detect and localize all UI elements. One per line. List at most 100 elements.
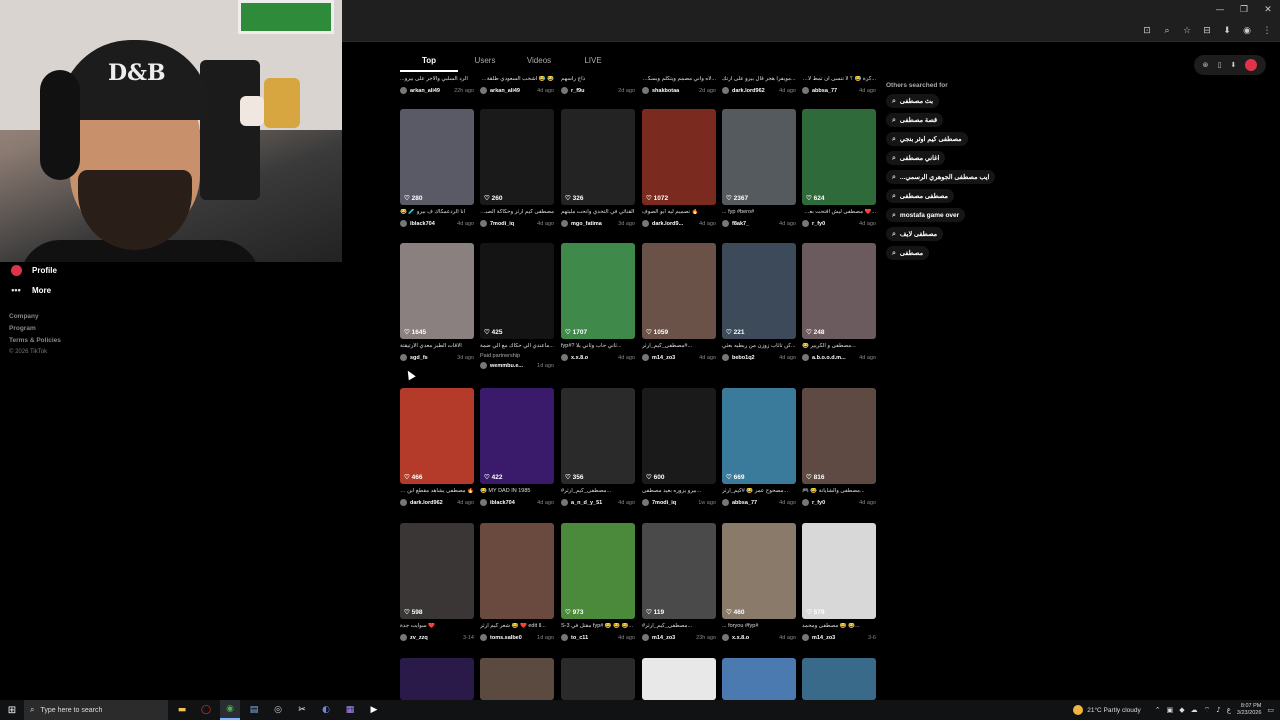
video-thumbnail[interactable]: ♡ 816 — [802, 388, 876, 484]
video-author[interactable]: 7modi_iq — [642, 499, 676, 506]
footer-link-company[interactable]: Company — [9, 313, 61, 320]
nvidia-icon[interactable]: ◆ — [1179, 706, 1184, 714]
video-author[interactable]: abbsa_77 — [722, 499, 757, 506]
related-search-chip[interactable]: ⌕ قصة مصطفى — [886, 113, 944, 127]
app-tray-icon[interactable]: ▣ — [1167, 706, 1174, 714]
video-thumbnail[interactable] — [480, 523, 554, 619]
tab-videos[interactable]: Videos — [512, 50, 566, 72]
video-card[interactable]: ذاج راسهم r_f9u 2d ago — [561, 72, 635, 94]
network-icon[interactable]: ☁ — [1191, 706, 1198, 714]
video-thumbnail[interactable] — [802, 658, 876, 700]
footer-link-terms[interactable]: Terms & Policies — [9, 337, 61, 344]
video-card[interactable]: ...كرة 😂 ؟ لا تنسى ان تمط لايك abbsa_77 4d… — [802, 72, 876, 94]
video-author[interactable]: f8ak7_ — [722, 220, 749, 227]
video-card[interactable]: ♡ 466 🔥 مصطفى يشاهد مقطع ابن دبطة dark.lor… — [400, 388, 474, 506]
footer-link-program[interactable]: Program — [9, 325, 61, 332]
video-thumbnail[interactable]: ♡ 356 — [561, 388, 635, 484]
video-card[interactable]: ♡ 1072 🔥 تصميم ليه ابو الصوف dark.lord9...… — [642, 109, 716, 227]
video-author[interactable]: iblack704 — [480, 499, 515, 506]
video-author[interactable]: abbsa_77 — [802, 87, 837, 94]
tab-live[interactable]: LIVE — [566, 50, 620, 72]
sidebar-item-more[interactable]: ••• More — [10, 284, 51, 296]
editor-icon[interactable]: ▦ — [340, 700, 360, 720]
minimize-button[interactable]: — — [1208, 0, 1232, 20]
bookmark-star-icon[interactable]: ☆ — [1180, 24, 1194, 38]
video-card[interactable]: ♡ 422 MY DAD IN 1985 😂 iblack704 4d ago — [480, 388, 554, 506]
video-author[interactable]: r_f9u — [561, 87, 584, 94]
video-thumbnail[interactable] — [480, 658, 554, 700]
video-card[interactable]: ...مويفرا هجر قال بيرو على ارتك dark.lord… — [722, 72, 796, 94]
video-card[interactable]: ♡ 260 مصطفى كيم ارثر وحكاكة الصبان 7modi_i… — [480, 109, 554, 227]
video-author[interactable]: wemmbu.e... — [480, 362, 523, 369]
video-author[interactable]: arkan_ali49 — [400, 87, 440, 94]
video-author[interactable]: 7modi_iq — [480, 220, 514, 227]
notepad-icon[interactable]: ▤ — [244, 700, 264, 720]
download-icon[interactable]: ⬇ — [1230, 61, 1236, 69]
video-card[interactable]: ♡ 624 ...❤️ مصطفى ليش اقتحت بعمرة r_fy0 4d … — [802, 109, 876, 227]
video-card[interactable]: ♡ 1059 ...#مصطفى_كيم_ارثر m14_zo3 4d ago — [642, 243, 716, 361]
video-author[interactable]: r_fy0 — [802, 499, 825, 506]
video-author[interactable]: iblack704 — [400, 220, 435, 227]
video-thumbnail[interactable]: ♡ 248 — [802, 243, 876, 339]
video-card[interactable]: ♡ 598 ❤️ سوايت جدة zv_zzq 3-14 — [400, 523, 474, 641]
obs-icon[interactable]: ◎ — [268, 700, 288, 720]
video-card[interactable]: الرد السلبي والاجر على بيرو... arkan_ali4… — [400, 72, 474, 94]
video-card[interactable]: ♡ 326 القنائي في التحدي وانحت مليتهم mgo_f… — [561, 109, 635, 227]
tab-top[interactable]: Top — [400, 50, 458, 72]
video-thumbnail[interactable]: ♡ 466 — [400, 388, 474, 484]
related-search-chip[interactable]: ⌕ مصطفى لايف — [886, 227, 944, 241]
discord-icon[interactable]: ◐ — [316, 700, 336, 720]
user-avatar[interactable] — [1245, 59, 1258, 71]
related-search-chip[interactable]: ⌕ mostafa game over — [886, 208, 966, 222]
video-author[interactable]: arkan_ali49 — [480, 87, 520, 94]
video-thumbnail[interactable]: ♡ 326 — [561, 109, 635, 205]
coin-icon[interactable]: ⊛ — [1203, 61, 1209, 69]
video-author[interactable]: dark.lord962 — [400, 499, 443, 506]
video-card[interactable]: ♡ 669 ...مصحوح عمر 😂 #كيم_ارثر abbsa_77 4d … — [722, 388, 796, 506]
video-author[interactable]: bebo1q2 — [722, 354, 755, 361]
download-icon[interactable]: ⬇ — [1220, 24, 1234, 38]
video-author[interactable]: a_n_d_y_51 — [561, 499, 602, 506]
related-search-chip[interactable]: ⌕ ...ايب مصطفى الجوهري الرسمي — [886, 170, 996, 184]
video-card[interactable]: ♡ 119 ...مصطفى_كيم_ارثر# m14_zo3 23h ago — [642, 523, 716, 641]
video-thumbnail[interactable]: ♡ 260 — [480, 109, 554, 205]
weather-widget[interactable]: 21°C Partly cloudy — [1073, 705, 1141, 715]
video-thumbnail[interactable]: ♡ 1645 — [400, 243, 474, 339]
video-author[interactable]: r_fy0 — [802, 220, 825, 227]
related-search-chip[interactable]: ⌕ مصطفى كيم اوثر بنجي — [886, 132, 968, 146]
browser-menu-icon[interactable]: ⋮ — [1260, 24, 1274, 38]
related-search-chip[interactable]: ⌕ بث مصطفى — [886, 94, 940, 108]
video-thumbnail[interactable]: ♡ 1072 — [642, 109, 716, 205]
video-author[interactable]: a.b.o.o.d.m... — [802, 354, 846, 361]
video-thumbnail[interactable]: ♡ 221 — [722, 243, 796, 339]
video-thumbnail[interactable]: ♡ 280 — [400, 109, 474, 205]
video-author[interactable]: x.x.8.o — [561, 354, 588, 361]
video-thumbnail[interactable]: ♡ 1707 — [561, 243, 635, 339]
video-author[interactable]: sgd_fs — [400, 354, 428, 361]
media-player-icon[interactable]: ▶ — [364, 700, 384, 720]
video-card[interactable]: ♡ 816 ...مصطفى والشاياتة 😂 🎮 r_fy0 4d ago — [802, 388, 876, 506]
video-thumbnail[interactable]: ♡ 669 — [722, 388, 796, 484]
video-author[interactable]: x.x.8.o — [722, 634, 749, 641]
cast-icon[interactable]: ⊡ — [1140, 24, 1154, 38]
video-card[interactable]: ...edit ll ❤️ 😂 شعر كيم ارثر toms.salbe0 1… — [480, 523, 554, 641]
video-thumbnail[interactable]: ♡ 460 — [722, 523, 796, 619]
video-thumbnail[interactable]: ♡ 973 — [561, 523, 635, 619]
video-thumbnail[interactable]: ♡ 422 — [480, 388, 554, 484]
wifi-icon[interactable]: ⌔ — [1204, 706, 1211, 715]
video-thumbnail[interactable] — [722, 658, 796, 700]
video-card[interactable]: ♡ 973 ...😂 😂 😂 #fyp مقتل في S-3 to_c11 4d a… — [561, 523, 635, 641]
video-author[interactable]: m14_zo3 — [642, 634, 675, 641]
video-author[interactable]: toms.salbe0 — [480, 634, 522, 641]
chevron-up-icon[interactable]: ⌃ — [1155, 706, 1161, 714]
video-card[interactable]: ♡ 356 ...مصطفى_كيم_ارثر# a_n_d_y_51 4d ago — [561, 388, 635, 506]
device-icon[interactable]: ▯ — [1218, 61, 1222, 69]
video-thumbnail[interactable]: ♡ 579 — [802, 523, 876, 619]
zoom-icon[interactable]: ⌕ — [1160, 24, 1174, 38]
video-author[interactable]: shakbotaa — [642, 87, 679, 94]
video-thumbnail[interactable]: ♡ 1059 — [642, 243, 716, 339]
chrome-icon[interactable]: ◉ — [220, 700, 240, 720]
extensions-icon[interactable]: ⊟ — [1200, 24, 1214, 38]
video-thumbnail[interactable] — [642, 658, 716, 700]
video-card[interactable]: ...لاه واني مصمم ويتكلم وبسكتوا shakbotaa… — [642, 72, 716, 94]
